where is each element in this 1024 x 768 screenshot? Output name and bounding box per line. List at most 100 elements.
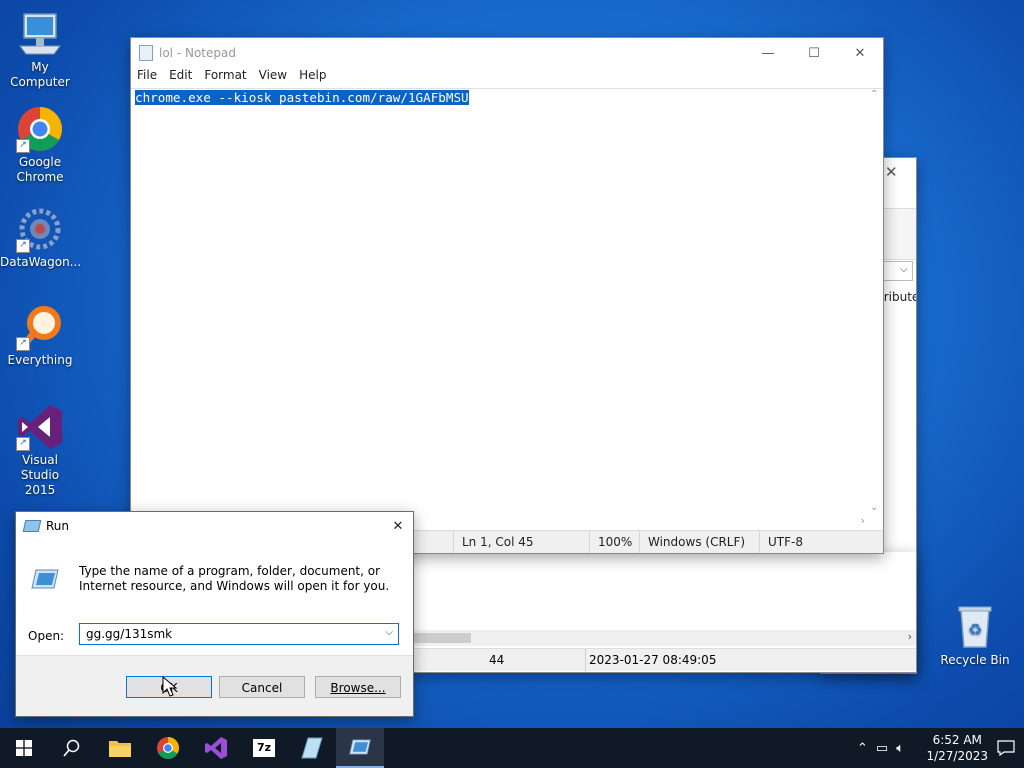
open-label: Open: [28, 629, 65, 643]
column-header: tribute [879, 290, 917, 304]
cursor-position: Ln 1, Col 45 [453, 531, 589, 553]
notepad-titlebar[interactable]: lol - Notepad — ☐ ✕ [131, 38, 883, 68]
notepad-window[interactable]: lol - Notepad — ☐ ✕ File Edit Format Vie… [130, 37, 884, 554]
search-icon [63, 739, 80, 757]
status-bar: 44 2023-01-27 08:49:05 [401, 648, 916, 671]
run-program-icon [30, 568, 60, 590]
text-editor[interactable]: chrome.exe --kiosk pastebin.com/raw/1GAF… [131, 88, 883, 513]
desktop-icon-label: Google Chrome [16, 155, 64, 184]
open-input[interactable]: gg.gg/131smk [86, 627, 172, 641]
editor-content[interactable]: chrome.exe --kiosk pastebin.com/raw/1GAF… [135, 90, 469, 105]
recycle-bin-icon: ♻ [951, 603, 999, 651]
datawagon-icon: ↗ [16, 205, 64, 253]
desktop-icon-label: DataWagon... [0, 255, 82, 269]
menu-help[interactable]: Help [299, 68, 326, 87]
magnifier-icon: ↗ [16, 303, 64, 351]
7zip-icon: 7z [253, 739, 275, 757]
menu-format[interactable]: Format [204, 68, 246, 87]
filter-dropdown[interactable]: ⌵ [883, 261, 913, 281]
clock-date: 1/27/2023 [926, 749, 988, 763]
horizontal-scrollbar[interactable]: › [401, 630, 916, 646]
notification-icon[interactable] [994, 736, 1018, 760]
chrome-icon: ↗ [16, 105, 64, 153]
encoding: UTF-8 [759, 531, 865, 553]
desktop-icon-my-computer[interactable]: My Computer [0, 10, 80, 90]
browse-label: Browse... [330, 681, 386, 695]
run-footer: OK Cancel Browse... [16, 655, 413, 716]
run-titlebar[interactable]: Run ✕ [16, 512, 413, 540]
line-ending: Windows (CRLF) [639, 531, 759, 553]
taskbar-visual-studio[interactable] [192, 728, 240, 768]
run-dialog[interactable]: Run ✕ Type the name of a program, folder… [15, 511, 414, 717]
folder-icon [109, 741, 131, 757]
desktop-icon-google-chrome[interactable]: ↗ Google Chrome [0, 105, 80, 185]
selected-text[interactable]: chrome.exe --kiosk pastebin.com/raw/1GAF… [135, 90, 469, 105]
vertical-scrollbar[interactable]: ⌃ ⌄ [867, 89, 883, 513]
maximize-button[interactable]: ☐ [791, 38, 837, 68]
scroll-right-icon[interactable]: › [908, 630, 912, 643]
desktop-icon-recycle-bin[interactable]: ♻ Recycle Bin [935, 603, 1015, 668]
visual-studio-icon: ↗ [16, 403, 64, 451]
scroll-down-icon[interactable]: ⌄ [870, 502, 878, 513]
cancel-button[interactable]: Cancel [219, 676, 305, 698]
taskbar-7zip[interactable]: 7z [240, 728, 288, 768]
windows-logo-icon [16, 740, 32, 756]
notepad-icon [139, 45, 153, 61]
close-button[interactable]: ✕ [837, 38, 883, 68]
run-icon [22, 520, 42, 532]
shortcut-arrow-icon: ↗ [16, 239, 30, 253]
desktop-icon-everything[interactable]: ↗ Everything [0, 303, 80, 368]
window-title: lol - Notepad [159, 46, 236, 60]
desktop-icon-label: Visual Studio 2015 [20, 453, 60, 497]
open-combobox[interactable]: gg.gg/131smk ⌵ [79, 623, 399, 645]
taskbar-notepad[interactable] [288, 728, 336, 768]
timestamp: 2023-01-27 08:49:05 [589, 653, 717, 667]
start-button[interactable] [0, 728, 48, 768]
zoom-level: 100% [589, 531, 639, 553]
shortcut-arrow-icon: ↗ [16, 437, 30, 451]
shortcut-arrow-icon: ↗ [16, 337, 30, 351]
volume-icon[interactable]: 🔈︎ [896, 741, 904, 756]
run-body: Type the name of a program, folder, docu… [16, 540, 413, 656]
search-button[interactable] [48, 728, 96, 768]
menu-edit[interactable]: Edit [169, 68, 192, 87]
close-button[interactable]: ✕ [383, 511, 413, 541]
browse-button[interactable]: Browse... [315, 676, 401, 698]
taskbar: 7z ⌃ ▭ 🔈︎ 6:52 AM 1/27/2023 [0, 728, 1024, 768]
desktop-icon-label: Everything [7, 353, 73, 367]
visual-studio-icon [205, 737, 227, 759]
desktop-icon-label: Recycle Bin [940, 653, 1010, 667]
run-description: Type the name of a program, folder, docu… [79, 564, 390, 593]
menu-view[interactable]: View [259, 68, 287, 87]
close-icon[interactable]: ✕ [885, 163, 898, 181]
chrome-icon [157, 737, 179, 759]
scroll-right-icon[interactable]: › [861, 514, 865, 527]
background-window-bottom[interactable]: › 44 2023-01-27 08:49:05 [400, 552, 917, 673]
desktop-icon-datawagon[interactable]: ↗ DataWagon... [0, 205, 82, 270]
chevron-down-icon: ⌵ [900, 264, 908, 275]
chevron-down-icon[interactable]: ⌵ [385, 627, 393, 638]
menu-file[interactable]: File [137, 68, 157, 87]
row-count: 44 [489, 653, 505, 667]
run-icon [349, 739, 371, 755]
desktop-icon-visual-studio[interactable]: ↗ Visual Studio 2015 [0, 403, 80, 498]
menu-bar: File Edit Format View Help [131, 68, 883, 87]
shortcut-arrow-icon: ↗ [16, 139, 30, 153]
taskbar-file-explorer[interactable] [96, 728, 144, 768]
mouse-cursor-icon [162, 675, 178, 701]
notepad-icon [301, 737, 323, 759]
clock-time: 6:52 AM [932, 733, 982, 747]
chevron-up-icon[interactable]: ⌃ [857, 741, 868, 756]
computer-icon [16, 10, 64, 58]
taskbar-chrome[interactable] [144, 728, 192, 768]
clock[interactable]: 6:52 AM 1/27/2023 [926, 732, 988, 764]
minimize-button[interactable]: — [745, 38, 791, 68]
desktop-icon-label: My Computer [10, 60, 70, 89]
scroll-up-icon[interactable]: ⌃ [870, 89, 878, 100]
taskbar-run[interactable] [336, 728, 384, 768]
network-icon[interactable]: ▭ [876, 741, 888, 756]
system-tray: ⌃ ▭ 🔈︎ [857, 728, 904, 768]
dialog-title: Run [46, 519, 70, 533]
svg-text:♻: ♻ [968, 620, 982, 639]
status-divider [585, 649, 586, 671]
